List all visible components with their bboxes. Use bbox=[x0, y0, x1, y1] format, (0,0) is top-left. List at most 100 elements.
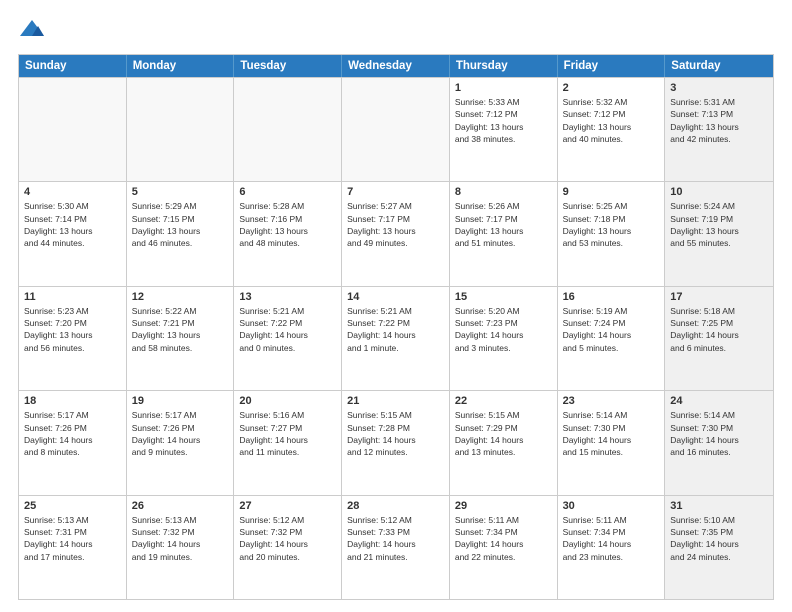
calendar-cell-30: 30Sunrise: 5:11 AM Sunset: 7:34 PM Dayli… bbox=[558, 496, 666, 599]
day-number: 18 bbox=[24, 395, 121, 407]
day-number: 5 bbox=[132, 186, 229, 198]
day-number: 16 bbox=[563, 291, 660, 303]
cell-detail: Sunrise: 5:17 AM Sunset: 7:26 PM Dayligh… bbox=[24, 409, 121, 458]
cell-detail: Sunrise: 5:14 AM Sunset: 7:30 PM Dayligh… bbox=[670, 409, 768, 458]
calendar-cell-5: 5 Sunrise: 5:29 AM Sunset: 7:15 PM Daylig… bbox=[127, 182, 235, 285]
calendar: SundayMondayTuesdayWednesdayThursdayFrid… bbox=[18, 54, 774, 600]
calendar-row-1: 4 Sunrise: 5:30 AM Sunset: 7:14 PM Daylig… bbox=[19, 181, 773, 285]
calendar-cell-16: 16 Sunrise: 5:19 AM Sunset: 7:24 PM Dayli… bbox=[558, 287, 666, 390]
day-number: 6 bbox=[239, 186, 336, 198]
cell-detail: Sunrise: 5:21 AM Sunset: 7:22 PM Dayligh… bbox=[347, 305, 444, 354]
calendar-body: 1Sunrise: 5:33 AM Sunset: 7:12 PM Daylig… bbox=[19, 77, 773, 599]
cell-detail: Sunrise: 5:23 AM Sunset: 7:20 PM Dayligh… bbox=[24, 305, 121, 354]
calendar-row-2: 11 Sunrise: 5:23 AM Sunset: 7:20 PM Dayli… bbox=[19, 286, 773, 390]
calendar-cell-3: 3 Sunrise: 5:31 AM Sunset: 7:13 PM Daylig… bbox=[665, 78, 773, 181]
calendar-cell-17: 17 Sunrise: 5:18 AM Sunset: 7:25 PM Dayli… bbox=[665, 287, 773, 390]
calendar-cell-25: 25 Sunrise: 5:13 AM Sunset: 7:31 PM Dayli… bbox=[19, 496, 127, 599]
day-number: 8 bbox=[455, 186, 552, 198]
cell-detail: Sunrise: 5:27 AM Sunset: 7:17 PM Dayligh… bbox=[347, 200, 444, 249]
cell-detail: Sunrise: 5:11 AM Sunset: 7:34 PM Dayligh… bbox=[563, 514, 660, 563]
calendar-cell-24: 24 Sunrise: 5:14 AM Sunset: 7:30 PM Dayli… bbox=[665, 391, 773, 494]
day-number: 20 bbox=[239, 395, 336, 407]
cell-detail: Sunrise: 5:28 AM Sunset: 7:16 PM Dayligh… bbox=[239, 200, 336, 249]
calendar-cell-29: 29 Sunrise: 5:11 AM Sunset: 7:34 PM Dayli… bbox=[450, 496, 558, 599]
logo-icon bbox=[18, 16, 46, 44]
cell-detail: Sunrise: 5:29 AM Sunset: 7:15 PM Dayligh… bbox=[132, 200, 229, 249]
day-number: 12 bbox=[132, 291, 229, 303]
day-number: 24 bbox=[670, 395, 768, 407]
calendar-row-3: 18 Sunrise: 5:17 AM Sunset: 7:26 PM Dayli… bbox=[19, 390, 773, 494]
cell-detail: Sunrise: 5:25 AM Sunset: 7:18 PM Dayligh… bbox=[563, 200, 660, 249]
cell-detail: Sunrise: 5:26 AM Sunset: 7:17 PM Dayligh… bbox=[455, 200, 552, 249]
cell-detail: Sunrise: 5:24 AM Sunset: 7:19 PM Dayligh… bbox=[670, 200, 768, 249]
cell-detail: Sunrise: 5:13 AM Sunset: 7:31 PM Dayligh… bbox=[24, 514, 121, 563]
cell-detail: Sunrise: 5:11 AM Sunset: 7:34 PM Dayligh… bbox=[455, 514, 552, 563]
cell-detail: Sunrise: 5:14 AM Sunset: 7:30 PM Dayligh… bbox=[563, 409, 660, 458]
day-number: 26 bbox=[132, 500, 229, 512]
cell-detail: Sunrise: 5:31 AM Sunset: 7:13 PM Dayligh… bbox=[670, 96, 768, 145]
calendar-cell-6: 6 Sunrise: 5:28 AM Sunset: 7:16 PM Daylig… bbox=[234, 182, 342, 285]
calendar-cell-empty-0-3 bbox=[342, 78, 450, 181]
day-number: 22 bbox=[455, 395, 552, 407]
day-number: 3 bbox=[670, 82, 768, 94]
calendar-cell-2: 2 Sunrise: 5:32 AM Sunset: 7:12 PM Daylig… bbox=[558, 78, 666, 181]
calendar-cell-4: 4 Sunrise: 5:30 AM Sunset: 7:14 PM Daylig… bbox=[19, 182, 127, 285]
header bbox=[18, 16, 774, 44]
day-number: 4 bbox=[24, 186, 121, 198]
calendar-cell-12: 12 Sunrise: 5:22 AM Sunset: 7:21 PM Dayli… bbox=[127, 287, 235, 390]
calendar-cell-11: 11 Sunrise: 5:23 AM Sunset: 7:20 PM Dayli… bbox=[19, 287, 127, 390]
weekday-header-tuesday: Tuesday bbox=[234, 55, 342, 77]
cell-detail: Sunrise: 5:15 AM Sunset: 7:29 PM Dayligh… bbox=[455, 409, 552, 458]
day-number: 15 bbox=[455, 291, 552, 303]
cell-detail: Sunrise: 5:12 AM Sunset: 7:32 PM Dayligh… bbox=[239, 514, 336, 563]
cell-detail: Sunrise: 5:16 AM Sunset: 7:27 PM Dayligh… bbox=[239, 409, 336, 458]
cell-detail: Sunrise: 5:21 AM Sunset: 7:22 PM Dayligh… bbox=[239, 305, 336, 354]
calendar-cell-10: 10 Sunrise: 5:24 AM Sunset: 7:19 PM Dayli… bbox=[665, 182, 773, 285]
day-number: 7 bbox=[347, 186, 444, 198]
day-number: 27 bbox=[239, 500, 336, 512]
weekday-header-sunday: Sunday bbox=[19, 55, 127, 77]
cell-detail: Sunrise: 5:32 AM Sunset: 7:12 PM Dayligh… bbox=[563, 96, 660, 145]
day-number: 29 bbox=[455, 500, 552, 512]
day-number: 25 bbox=[24, 500, 121, 512]
calendar-cell-empty-0-0 bbox=[19, 78, 127, 181]
calendar-cell-8: 8 Sunrise: 5:26 AM Sunset: 7:17 PM Daylig… bbox=[450, 182, 558, 285]
day-number: 14 bbox=[347, 291, 444, 303]
day-number: 11 bbox=[24, 291, 121, 303]
calendar-cell-23: 23 Sunrise: 5:14 AM Sunset: 7:30 PM Dayli… bbox=[558, 391, 666, 494]
calendar-cell-19: 19 Sunrise: 5:17 AM Sunset: 7:26 PM Dayli… bbox=[127, 391, 235, 494]
calendar-row-4: 25 Sunrise: 5:13 AM Sunset: 7:31 PM Dayli… bbox=[19, 495, 773, 599]
day-number: 17 bbox=[670, 291, 768, 303]
calendar-cell-18: 18 Sunrise: 5:17 AM Sunset: 7:26 PM Dayli… bbox=[19, 391, 127, 494]
cell-detail: Sunrise: 5:18 AM Sunset: 7:25 PM Dayligh… bbox=[670, 305, 768, 354]
calendar-cell-26: 26 Sunrise: 5:13 AM Sunset: 7:32 PM Dayli… bbox=[127, 496, 235, 599]
calendar-header: SundayMondayTuesdayWednesdayThursdayFrid… bbox=[19, 55, 773, 77]
cell-detail: Sunrise: 5:22 AM Sunset: 7:21 PM Dayligh… bbox=[132, 305, 229, 354]
calendar-row-0: 1Sunrise: 5:33 AM Sunset: 7:12 PM Daylig… bbox=[19, 77, 773, 181]
calendar-cell-9: 9 Sunrise: 5:25 AM Sunset: 7:18 PM Daylig… bbox=[558, 182, 666, 285]
calendar-cell-empty-0-2 bbox=[234, 78, 342, 181]
weekday-header-wednesday: Wednesday bbox=[342, 55, 450, 77]
calendar-cell-22: 22 Sunrise: 5:15 AM Sunset: 7:29 PM Dayli… bbox=[450, 391, 558, 494]
calendar-cell-15: 15Sunrise: 5:20 AM Sunset: 7:23 PM Dayli… bbox=[450, 287, 558, 390]
cell-detail: Sunrise: 5:30 AM Sunset: 7:14 PM Dayligh… bbox=[24, 200, 121, 249]
calendar-cell-empty-0-1 bbox=[127, 78, 235, 181]
day-number: 23 bbox=[563, 395, 660, 407]
cell-detail: Sunrise: 5:17 AM Sunset: 7:26 PM Dayligh… bbox=[132, 409, 229, 458]
cell-detail: Sunrise: 5:19 AM Sunset: 7:24 PM Dayligh… bbox=[563, 305, 660, 354]
day-number: 13 bbox=[239, 291, 336, 303]
day-number: 10 bbox=[670, 186, 768, 198]
calendar-cell-14: 14 Sunrise: 5:21 AM Sunset: 7:22 PM Dayli… bbox=[342, 287, 450, 390]
weekday-header-friday: Friday bbox=[558, 55, 666, 77]
calendar-cell-13: 13 Sunrise: 5:21 AM Sunset: 7:22 PM Dayli… bbox=[234, 287, 342, 390]
calendar-cell-20: 20 Sunrise: 5:16 AM Sunset: 7:27 PM Dayli… bbox=[234, 391, 342, 494]
day-number: 19 bbox=[132, 395, 229, 407]
day-number: 2 bbox=[563, 82, 660, 94]
calendar-cell-31: 31Sunrise: 5:10 AM Sunset: 7:35 PM Dayli… bbox=[665, 496, 773, 599]
cell-detail: Sunrise: 5:13 AM Sunset: 7:32 PM Dayligh… bbox=[132, 514, 229, 563]
calendar-cell-28: 28Sunrise: 5:12 AM Sunset: 7:33 PM Dayli… bbox=[342, 496, 450, 599]
weekday-header-thursday: Thursday bbox=[450, 55, 558, 77]
cell-detail: Sunrise: 5:15 AM Sunset: 7:28 PM Dayligh… bbox=[347, 409, 444, 458]
page: SundayMondayTuesdayWednesdayThursdayFrid… bbox=[0, 0, 792, 612]
day-number: 9 bbox=[563, 186, 660, 198]
